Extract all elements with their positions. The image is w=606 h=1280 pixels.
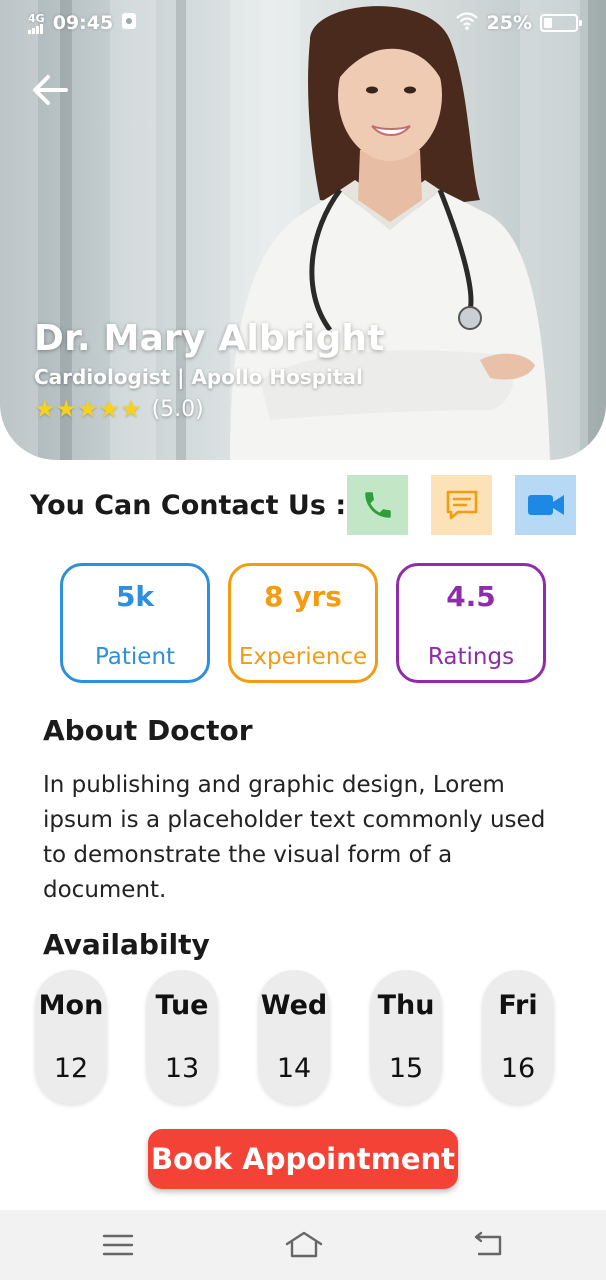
network-type: 4G — [28, 11, 45, 25]
doctor-name: Dr. Mary Albright — [34, 318, 385, 359]
menu-icon — [102, 1234, 134, 1256]
day-pill-thu[interactable]: Thu 15 — [370, 970, 442, 1104]
stat-value: 5k — [115, 580, 155, 613]
stat-card-ratings: 4.5 Ratings — [396, 563, 546, 683]
about-title: About Doctor — [43, 714, 253, 747]
day-name: Mon — [38, 990, 104, 1021]
day-date: 16 — [500, 1053, 536, 1084]
status-bar: 4G 09:45 25% — [0, 0, 606, 46]
stat-label: Experience — [238, 644, 368, 670]
video-icon — [527, 495, 564, 515]
doctor-hero: 4G 09:45 25% Dr. Mary Albright Cardiolog… — [0, 0, 606, 460]
day-date: 14 — [276, 1053, 312, 1084]
stat-value: 4.5 — [446, 580, 496, 613]
star-icon: ★ — [55, 395, 78, 423]
day-name: Wed — [260, 990, 328, 1021]
doctor-info: Dr. Mary Albright Cardiologist | Apollo … — [34, 318, 385, 423]
nav-back-button[interactable] — [470, 1228, 506, 1262]
availability-title: Availabilty — [43, 928, 210, 961]
stat-card-patients: 5k Patient — [60, 563, 210, 683]
star-icon: ★ — [120, 395, 142, 423]
doctor-specialty: Cardiologist | Apollo Hospital — [34, 365, 363, 389]
status-time: 09:45 — [52, 12, 114, 34]
day-date: 12 — [53, 1053, 89, 1084]
message-button[interactable] — [431, 475, 492, 535]
video-call-button[interactable] — [515, 475, 576, 535]
phone-icon — [364, 492, 391, 518]
day-pill-wed[interactable]: Wed 14 — [258, 970, 330, 1104]
wifi-icon — [455, 11, 479, 35]
status-right: 25% — [455, 11, 582, 35]
contact-label: You Can Contact Us : — [30, 489, 347, 521]
status-left: 4G 09:45 — [28, 12, 137, 35]
day-pill-mon[interactable]: Mon 12 — [35, 970, 107, 1104]
about-text: In publishing and graphic design, Lorem … — [43, 772, 546, 903]
stat-label: Patient — [94, 644, 176, 670]
background-window-frame — [588, 0, 606, 460]
day-name: Tue — [155, 990, 209, 1021]
star-icon: ★ — [98, 395, 121, 423]
stat-card-experience: 8 yrs Experience — [228, 563, 378, 683]
chat-icon — [446, 490, 477, 520]
background-window-pane — [0, 0, 38, 460]
call-button[interactable] — [347, 475, 408, 535]
day-date: 13 — [164, 1053, 200, 1084]
star-icon: ★ — [77, 395, 99, 423]
battery-level — [544, 18, 552, 28]
day-name: Fri — [498, 990, 538, 1021]
battery-icon — [540, 14, 582, 32]
star-icon: ★ — [34, 395, 56, 423]
rating-stars: ★★★★★ — [34, 395, 142, 423]
book-appointment-button[interactable]: Book Appointment — [148, 1129, 458, 1189]
contact-row: You Can Contact Us : — [30, 475, 576, 535]
nav-home-button[interactable] — [284, 1228, 323, 1262]
day-name: Thu — [377, 990, 435, 1021]
signal-icon: 4G — [28, 13, 45, 34]
doctor-rating: ★★★★★ (5.0) — [34, 395, 385, 423]
arrow-left-icon — [33, 75, 68, 105]
battery-percent: 25% — [486, 12, 532, 34]
system-nav-bar — [0, 1210, 606, 1280]
stat-label: Ratings — [427, 644, 515, 670]
notification-icon — [121, 12, 137, 35]
back-icon — [474, 1231, 502, 1256]
day-pill-fri[interactable]: Fri 16 — [482, 970, 554, 1104]
stat-value: 8 yrs — [264, 580, 342, 613]
nav-menu-button[interactable] — [100, 1228, 136, 1262]
day-pill-tue[interactable]: Tue 13 — [146, 970, 218, 1104]
day-date: 15 — [388, 1053, 424, 1084]
home-icon — [285, 1231, 323, 1258]
back-button[interactable] — [30, 70, 70, 110]
rating-value: (5.0) — [151, 396, 204, 422]
